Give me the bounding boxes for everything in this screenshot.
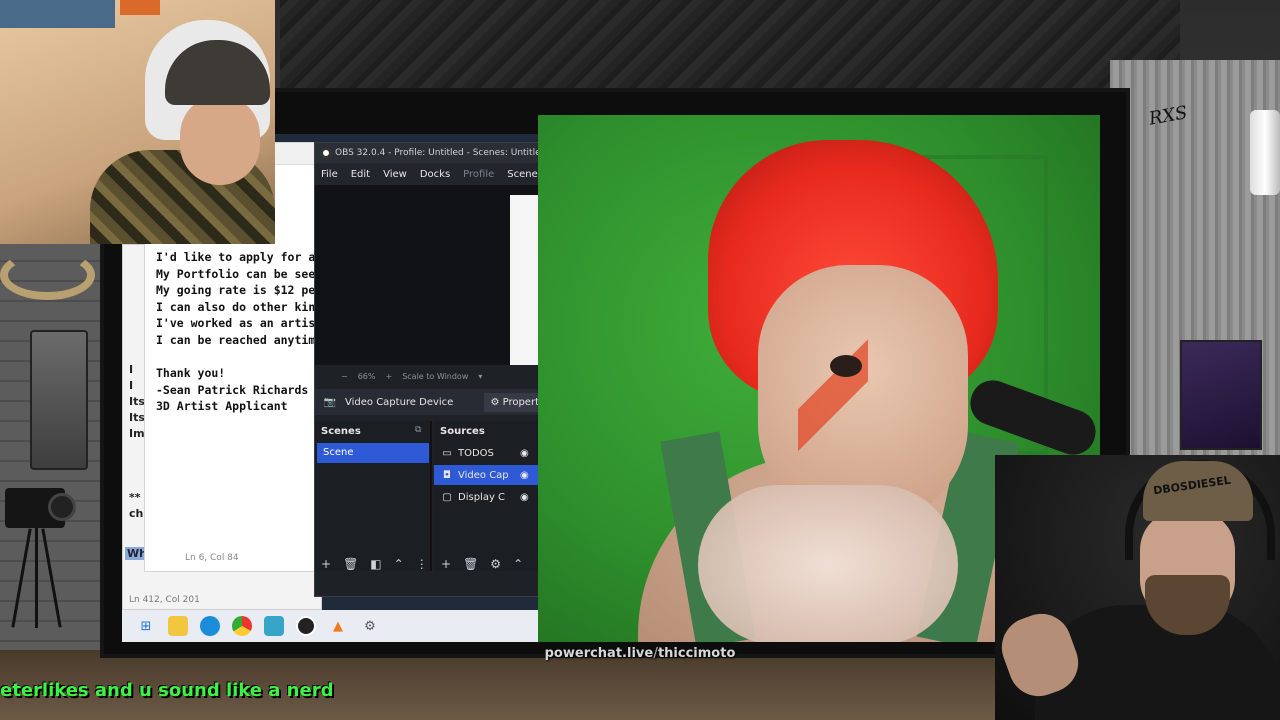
obs-title-text: OBS 32.0.4 - Profile: Untitled - Scenes:… [335, 148, 538, 158]
chevron-down-icon[interactable]: ▾ [478, 372, 482, 381]
wrestler-poster [1180, 340, 1262, 450]
scenes-header: Scenes [321, 426, 361, 437]
source-settings-button[interactable]: ⚙ [490, 557, 501, 571]
display-icon: ▢ [442, 491, 452, 503]
camera-icon: ◘ [443, 469, 451, 481]
add-scene-button[interactable]: + [321, 557, 331, 571]
obs-window[interactable]: OBS 32.0.4 - Profile: Untitled - Scenes:… [314, 142, 538, 597]
source-item[interactable]: ▭ TODOS ◉ [434, 443, 538, 463]
obs-preview[interactable] [315, 185, 538, 365]
menu-view[interactable]: View [383, 169, 407, 180]
menu-docks[interactable]: Docks [420, 169, 450, 180]
menu-file[interactable]: File [321, 169, 338, 180]
remove-scene-button[interactable]: 🗑 [343, 557, 358, 571]
obs-zoom-bar: − 66% + Scale to Window ▾ [315, 367, 538, 385]
stream-overlay: RXS I I Its Its Im ** ch Ln 412, Col 201… [0, 0, 1280, 720]
scenes-panel: Scenes ⧉ Scene [315, 421, 432, 571]
source-item[interactable]: ▢ Display C ◉ [434, 487, 538, 507]
streamer-webcam: DBOSDIESEL [995, 455, 1280, 720]
add-source-button[interactable]: + [441, 557, 451, 571]
guest-webcam [0, 0, 275, 244]
move-up-button[interactable]: ⌃ [394, 557, 404, 571]
source-item-selected[interactable]: ◘ Video Cap ◉ [434, 465, 538, 485]
notepad-back-status: Ln 412, Col 201 [129, 595, 200, 605]
properties-button[interactable]: ⚙ Propert [484, 392, 538, 412]
obs-logo-icon [320, 147, 332, 159]
obs-menu-bar: File Edit View Docks Profile Scene Col [315, 163, 538, 185]
ceiling-texture [280, 0, 1180, 95]
undock-icon[interactable]: ⧉ [415, 425, 421, 435]
wall-lamp [1250, 110, 1280, 195]
powerchat-url: powerchat.live/thiccimoto [544, 646, 736, 661]
chrome-icon[interactable] [232, 616, 252, 636]
camera-icon: 📷 [323, 396, 337, 408]
current-source-name: Video Capture Device [345, 396, 454, 408]
windows-start-icon[interactable]: ⊞ [136, 616, 156, 636]
chat-message: eterlikes and u sound like a nerd [0, 680, 334, 701]
edge-browser-icon[interactable] [200, 616, 220, 636]
vlc-icon[interactable]: ▲ [328, 616, 348, 636]
window-icon: ▭ [442, 447, 452, 459]
remove-source-button[interactable]: 🗑 [463, 557, 478, 571]
zoom-out-button[interactable]: − [341, 372, 348, 381]
visibility-eye-icon[interactable]: ◉ [520, 470, 529, 481]
more-options-button[interactable]: ⋮ [416, 557, 428, 571]
scenes-toolbar: + 🗑 ◧ ⌃ ⋮ [321, 553, 428, 575]
file-explorer-icon[interactable] [168, 616, 188, 636]
windows-taskbar: ⊞ ▲ ⚙ [122, 610, 538, 642]
source-toolbar: 📷 Video Capture Device ⚙ Propert [315, 389, 538, 415]
notepad-icon[interactable] [264, 616, 284, 636]
menu-edit[interactable]: Edit [351, 169, 370, 180]
scale-label[interactable]: Scale to Window [402, 372, 468, 381]
sources-header: Sources [440, 426, 485, 437]
visibility-eye-icon[interactable]: ◉ [520, 492, 529, 503]
notepad-status: Ln 6, Col 84 [185, 553, 239, 563]
menu-profile[interactable]: Profile [463, 169, 494, 180]
obs-taskbar-icon[interactable] [296, 616, 316, 636]
scene-filter-button[interactable]: ◧ [370, 557, 381, 571]
visibility-eye-icon[interactable]: ◉ [520, 448, 529, 459]
sources-panel: Sources ▭ TODOS ◉ ◘ Video Cap ◉ ▢ Displa… [434, 421, 538, 571]
settings-gear-icon[interactable]: ⚙ [360, 616, 380, 636]
video-camera-prop [0, 488, 76, 628]
scene-item[interactable]: Scene [317, 443, 429, 463]
menu-scene-collection[interactable]: Scene Col [507, 169, 538, 180]
move-up-button[interactable]: ⌃ [513, 557, 523, 571]
obs-titlebar[interactable]: OBS 32.0.4 - Profile: Untitled - Scenes:… [315, 143, 538, 163]
sources-toolbar: + 🗑 ⚙ ⌃ [441, 553, 523, 575]
zoom-in-button[interactable]: + [385, 372, 392, 381]
rope-decoration [0, 250, 95, 300]
left-poster [30, 330, 88, 470]
zoom-level: 66% [357, 371, 376, 381]
preview-thumbnail [510, 195, 538, 365]
